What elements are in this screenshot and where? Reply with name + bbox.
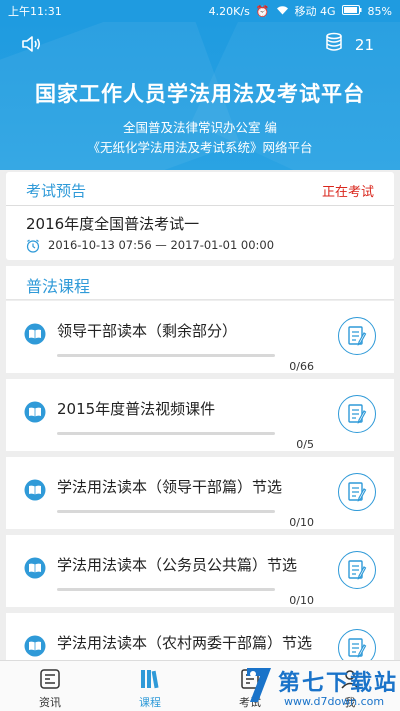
course-name: 学法用法读本（领导干部篇）节选 — [57, 478, 283, 496]
exam-section-label: 考试预告 — [26, 182, 87, 200]
wifi-icon — [276, 5, 289, 18]
nav-label: 资讯 — [39, 696, 61, 709]
app-title: 国家工作人员学法用法及考试平台 — [35, 82, 365, 106]
course-progress: 0/10 — [289, 516, 314, 529]
exam-name: 2016年度全国普法考试一 — [26, 215, 200, 233]
app-header: 21 国家工作人员学法用法及考试平台 全国普及法律常识办公室 编 《无纸化学法用… — [0, 22, 400, 170]
books-icon — [138, 667, 162, 691]
app-subtitle-2: 《无纸化学法用法及考试系统》网络平台 — [87, 140, 313, 155]
database-icon — [325, 32, 345, 58]
progress-bar — [57, 432, 275, 435]
progress-bar — [57, 588, 275, 591]
course-name: 学法用法读本（公务员公共篇）节选 — [57, 556, 298, 574]
watermark-title: 第七下载站 — [278, 671, 399, 696]
alarm-icon: ⏰ — [255, 4, 270, 18]
courses-section-label: 普法课程 — [26, 277, 91, 296]
count-value: 21 — [354, 36, 374, 54]
progress-bar — [57, 510, 275, 513]
book-icon — [24, 557, 46, 579]
course-item[interactable]: 2015年度普法视频课件 0/5 — [6, 379, 394, 451]
speaker-icon[interactable] — [20, 32, 44, 56]
courses-section-header: 普法课程 — [6, 266, 394, 300]
watermark-url: www.d7down.com — [284, 695, 385, 708]
exam-time-range: 2016-10-13 07:56 — 2017-01-01 00:00 — [48, 238, 275, 252]
course-item[interactable]: 学法用法读本（领导干部篇）节选 0/10 — [6, 457, 394, 529]
battery-icon — [341, 4, 362, 18]
edit-icon[interactable] — [338, 317, 376, 355]
nav-label: 课程 — [139, 696, 161, 709]
status-bar: 上午11:31 4.20K/s ⏰ 移动 4G 85% — [0, 0, 400, 22]
news-icon — [38, 667, 62, 691]
clock-icon — [26, 238, 40, 253]
app-subtitle-1: 全国普及法律常识办公室 编 — [123, 120, 277, 135]
divider — [6, 205, 394, 206]
book-icon — [24, 323, 46, 345]
exam-notice-card[interactable]: 考试预告 正在考试 2016年度全国普法考试一 2016-10-13 07:56… — [6, 172, 394, 260]
course-name: 领导干部读本（剩余部分） — [57, 322, 238, 340]
progress-bar — [57, 354, 275, 357]
book-icon — [24, 479, 46, 501]
status-right: 4.20K/s ⏰ 移动 4G 85% — [209, 3, 392, 19]
watermark-logo — [244, 664, 274, 704]
nav-item-courses[interactable]: 课程 — [100, 661, 200, 711]
book-icon — [24, 635, 46, 657]
battery-level: 85% — [367, 4, 392, 18]
course-name: 2015年度普法视频课件 — [57, 400, 216, 418]
exam-status-badge: 正在考试 — [321, 185, 374, 200]
network-speed: 4.20K/s — [208, 4, 250, 18]
coin-counter[interactable]: 21 — [325, 32, 374, 58]
carrier: 移动 4G — [294, 5, 336, 18]
status-time: 上午11:31 — [8, 5, 62, 18]
edit-icon[interactable] — [338, 473, 376, 511]
course-item[interactable]: 领导干部读本（剩余部分） 0/66 — [6, 301, 394, 373]
book-icon — [24, 401, 46, 423]
course-progress: 0/10 — [289, 594, 314, 607]
watermark: 第七下载站 www.d7down.com — [244, 662, 400, 711]
edit-icon[interactable] — [338, 395, 376, 433]
edit-icon[interactable] — [338, 551, 376, 589]
course-item[interactable]: 学法用法读本（公务员公共篇）节选 0/10 — [6, 535, 394, 607]
nav-item-news[interactable]: 资讯 — [0, 661, 100, 711]
course-name: 学法用法读本（农村两委干部篇）节选 — [57, 634, 313, 652]
course-progress: 0/66 — [289, 360, 314, 373]
course-progress: 0/5 — [296, 438, 314, 451]
